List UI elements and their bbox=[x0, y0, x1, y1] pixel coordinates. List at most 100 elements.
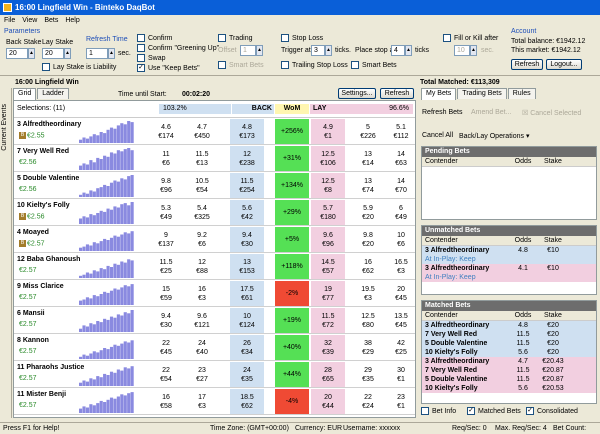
lay-price-cell[interactable]: 13 €74 bbox=[351, 173, 385, 198]
back-price-cell[interactable]: 18.5 €62 bbox=[230, 389, 264, 414]
account-refresh-button[interactable]: Refresh bbox=[511, 59, 543, 70]
lay-price-cell[interactable]: 19 €77 bbox=[311, 281, 345, 306]
back-price-cell[interactable]: 12 €238 bbox=[230, 146, 264, 171]
keep-bets-checkbox[interactable]: ✓ Use "Keep Bets" bbox=[137, 64, 200, 72]
back-price-cell[interactable]: 9.4 €30 bbox=[230, 227, 264, 252]
lay-price-cell[interactable]: 11.5 €72 bbox=[311, 308, 345, 333]
runner-name[interactable]: 4 Moayed bbox=[17, 229, 49, 236]
runner-name[interactable]: 5 Double Valentine bbox=[17, 175, 79, 182]
lay-price-cell[interactable]: 12.5 €80 bbox=[351, 308, 385, 333]
unmatched-bet[interactable]: 3 Alfredtheordinary 4.1 €10 At In-Play: Kee… bbox=[422, 264, 596, 282]
runner-row[interactable]: 8 Kannon €2.57 22 €45 24 €40 26 €34 +40% 32 €39 38 €… bbox=[14, 335, 415, 361]
lay-price-cell[interactable]: 16.5 €3 bbox=[384, 254, 418, 279]
fok-spinner[interactable]: ▲ bbox=[470, 45, 477, 56]
lay-price-cell[interactable]: 42 €25 bbox=[384, 335, 418, 360]
matched-bet[interactable]: 5 Double Valentine 11.5 €20.87 bbox=[422, 375, 596, 384]
swap-checkbox[interactable]: Swap bbox=[137, 54, 166, 62]
back-stake-spinner[interactable]: ▲ bbox=[28, 48, 35, 59]
runner-row[interactable]: 5 Double Valentine €2.56 9.8 €96 10.5 €54 11.5… bbox=[14, 173, 415, 199]
back-price-cell[interactable]: 17 €3 bbox=[185, 389, 219, 414]
bet-info-checkbox[interactable]: Bet Info bbox=[421, 407, 456, 415]
runner-row[interactable]: 7 Very Well Red €2.56 11 €6 11.5 €13 12 €238 +31… bbox=[14, 146, 415, 172]
tab-my-bets[interactable]: My Bets bbox=[421, 88, 457, 100]
back-lay-operations-button[interactable]: Back/Lay Operations ▾ bbox=[459, 132, 529, 140]
lay-liability-checkbox[interactable]: Lay Stake is Liability bbox=[42, 63, 116, 71]
unmatched-bet[interactable]: 3 Alfredtheordinary 4.8 €10 At In-Play: Kee… bbox=[422, 246, 596, 264]
runner-name[interactable]: 11 Pharaohs Justice bbox=[17, 364, 84, 371]
runner-row[interactable]: 11 Mister Benji €2.57 16 €58 17 €3 18.5 €62 -4% 2… bbox=[14, 389, 415, 415]
matched-bet[interactable]: 7 Very Well Red 11.5 €20.87 bbox=[422, 366, 596, 375]
runner-name[interactable]: 8 Kannon bbox=[17, 337, 49, 344]
back-stake-input[interactable]: 20 bbox=[6, 48, 28, 59]
runner-row[interactable]: 9 Miss Clarice €2.57 15 €59 16 €3 17.5 €61 -2% 19… bbox=[14, 281, 415, 307]
lay-price-cell[interactable]: 19.5 €3 bbox=[351, 281, 385, 306]
lay-price-cell[interactable]: 14 €70 bbox=[384, 173, 418, 198]
lay-price-cell[interactable]: 30 €1 bbox=[384, 362, 418, 387]
runner-row[interactable]: 3 Alfredtheordinary B €2.55 4.6 €174 4.7 €450 4… bbox=[14, 119, 415, 145]
fill-or-kill-checkbox[interactable]: Fill or Kill after bbox=[443, 34, 498, 42]
lay-price-cell[interactable]: 22 €24 bbox=[351, 389, 385, 414]
tab-grid[interactable]: Grid bbox=[13, 88, 37, 100]
runner-name[interactable]: 7 Very Well Red bbox=[17, 148, 69, 155]
back-price-cell[interactable]: 9.2 €6 bbox=[185, 227, 219, 252]
lay-price-cell[interactable]: 9.6 €96 bbox=[311, 227, 345, 252]
lay-price-cell[interactable]: 29 €35 bbox=[351, 362, 385, 387]
stop-smart-bets-checkbox[interactable]: Smart Bets bbox=[351, 61, 397, 69]
lay-price-cell[interactable]: 16 €62 bbox=[351, 254, 385, 279]
back-price-cell[interactable]: 13 €153 bbox=[230, 254, 264, 279]
cancel-all-button[interactable]: Cancel All bbox=[422, 132, 453, 139]
logout-button[interactable]: Logout... bbox=[546, 59, 582, 70]
refresh-time-input[interactable]: 1 bbox=[86, 48, 108, 59]
tab-rules[interactable]: Rules bbox=[507, 88, 536, 99]
back-price-cell[interactable]: 11.5 €13 bbox=[185, 146, 219, 171]
menu-bets[interactable]: Bets bbox=[44, 17, 58, 24]
runner-name[interactable]: 10 Kielty's Folly bbox=[17, 202, 70, 209]
lay-price-cell[interactable]: 13 €14 bbox=[351, 146, 385, 171]
place-stop-spinner[interactable]: ▲ bbox=[405, 45, 412, 56]
menu-view[interactable]: View bbox=[22, 17, 37, 24]
offset-input[interactable]: 1 bbox=[240, 45, 256, 56]
lay-price-cell[interactable]: 23 €1 bbox=[384, 389, 418, 414]
trading-checkbox[interactable]: Trading bbox=[218, 34, 252, 42]
lay-price-cell[interactable]: 38 €29 bbox=[351, 335, 385, 360]
runner-name[interactable]: 12 Baba Ghanoush bbox=[17, 256, 80, 263]
lay-price-cell[interactable]: 32 €39 bbox=[311, 335, 345, 360]
runner-row[interactable]: 12 Baba Ghanoush €2.57 11.5 €25 12 €88 13 €153 +… bbox=[14, 254, 415, 280]
back-price-cell[interactable]: 22 €54 bbox=[149, 362, 183, 387]
matched-bet[interactable]: 3 Alfredtheordinary 4.7 €20.43 bbox=[422, 357, 596, 366]
back-price-cell[interactable]: 16 €3 bbox=[185, 281, 219, 306]
lay-price-cell[interactable]: 14 €63 bbox=[384, 146, 418, 171]
matched-bet[interactable]: 10 Kielty's Folly 5.6 €20 bbox=[422, 348, 596, 357]
matched-bet[interactable]: 7 Very Well Red 11.5 €20 bbox=[422, 330, 596, 339]
back-price-cell[interactable]: 26 €34 bbox=[230, 335, 264, 360]
menu-file[interactable]: File bbox=[4, 17, 15, 24]
lay-price-cell[interactable]: 20 €44 bbox=[311, 389, 345, 414]
runner-row[interactable]: 6 Mansii €2.57 9.4 €30 9.6 €121 10 €124 +19% 11.5… bbox=[14, 308, 415, 334]
consolidated-checkbox[interactable]: ✓ Consolidated bbox=[526, 407, 578, 415]
tab-ladder[interactable]: Ladder bbox=[37, 88, 70, 99]
lay-price-cell[interactable]: 5 €226 bbox=[351, 119, 385, 144]
lay-price-cell[interactable]: 28 €65 bbox=[311, 362, 345, 387]
runner-row[interactable]: 11 Pharaohs Justice €2.57 22 €54 23 €27 24 €35 +… bbox=[14, 362, 415, 388]
back-price-cell[interactable]: 4.8 €173 bbox=[230, 119, 264, 144]
stop-loss-checkbox[interactable]: Stop Loss bbox=[281, 34, 323, 42]
back-price-cell[interactable]: 24 €35 bbox=[230, 362, 264, 387]
runner-name[interactable]: 3 Alfredtheordinary bbox=[17, 121, 81, 128]
offset-spinner[interactable]: ▲ bbox=[256, 45, 263, 56]
back-price-cell[interactable]: 16 €58 bbox=[149, 389, 183, 414]
lay-price-cell[interactable]: 5.1 €112 bbox=[384, 119, 418, 144]
fok-input[interactable]: 10 bbox=[454, 45, 470, 56]
trigger-input[interactable]: 3 bbox=[311, 45, 325, 56]
back-price-cell[interactable]: 4.6 €174 bbox=[149, 119, 183, 144]
back-price-cell[interactable]: 5.6 €42 bbox=[230, 200, 264, 225]
lay-price-cell[interactable]: 14.5 €57 bbox=[311, 254, 345, 279]
back-price-cell[interactable]: 11.5 €25 bbox=[149, 254, 183, 279]
runner-name[interactable]: 11 Mister Benji bbox=[17, 391, 66, 398]
lay-price-cell[interactable]: 20 €45 bbox=[384, 281, 418, 306]
lay-price-cell[interactable]: 5.9 €20 bbox=[351, 200, 385, 225]
amend-bet-button[interactable]: Amend Bet... bbox=[471, 109, 511, 116]
lay-price-cell[interactable]: 9.8 €20 bbox=[351, 227, 385, 252]
confirm-greening-checkbox[interactable]: Confirm "Greening Up" bbox=[137, 44, 219, 52]
tab-trading-bets[interactable]: Trading Bets bbox=[457, 88, 507, 99]
matched-bet[interactable]: 10 Kielty's Folly 5.6 €20.53 bbox=[422, 384, 596, 393]
